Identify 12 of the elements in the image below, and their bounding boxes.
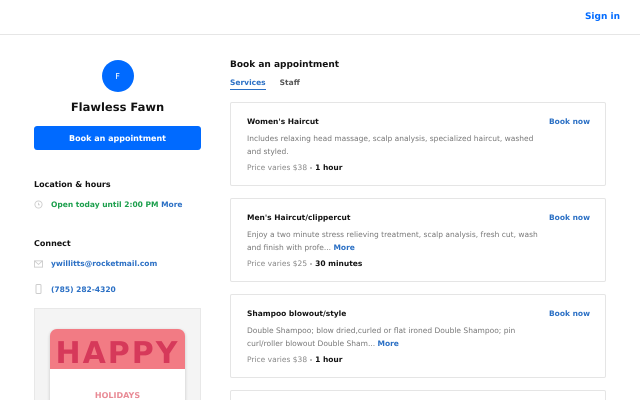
book-appointment-button[interactable]: Book an appointment [34,126,201,150]
clock-icon [34,200,43,209]
section-title: Book an appointment [230,60,340,70]
business-name: Flawless Fawn [70,100,166,114]
phone-icon [34,284,43,294]
section-heading: Connect [34,239,72,248]
card-headline: HAPPY [55,339,180,369]
mail-icon [34,260,43,268]
sign-in-link[interactable]: Sign in [584,12,620,22]
section-heading: Location & hours [34,180,112,189]
avatar: F [102,60,134,92]
card-subtitle: HOLIDAYS [94,391,142,400]
